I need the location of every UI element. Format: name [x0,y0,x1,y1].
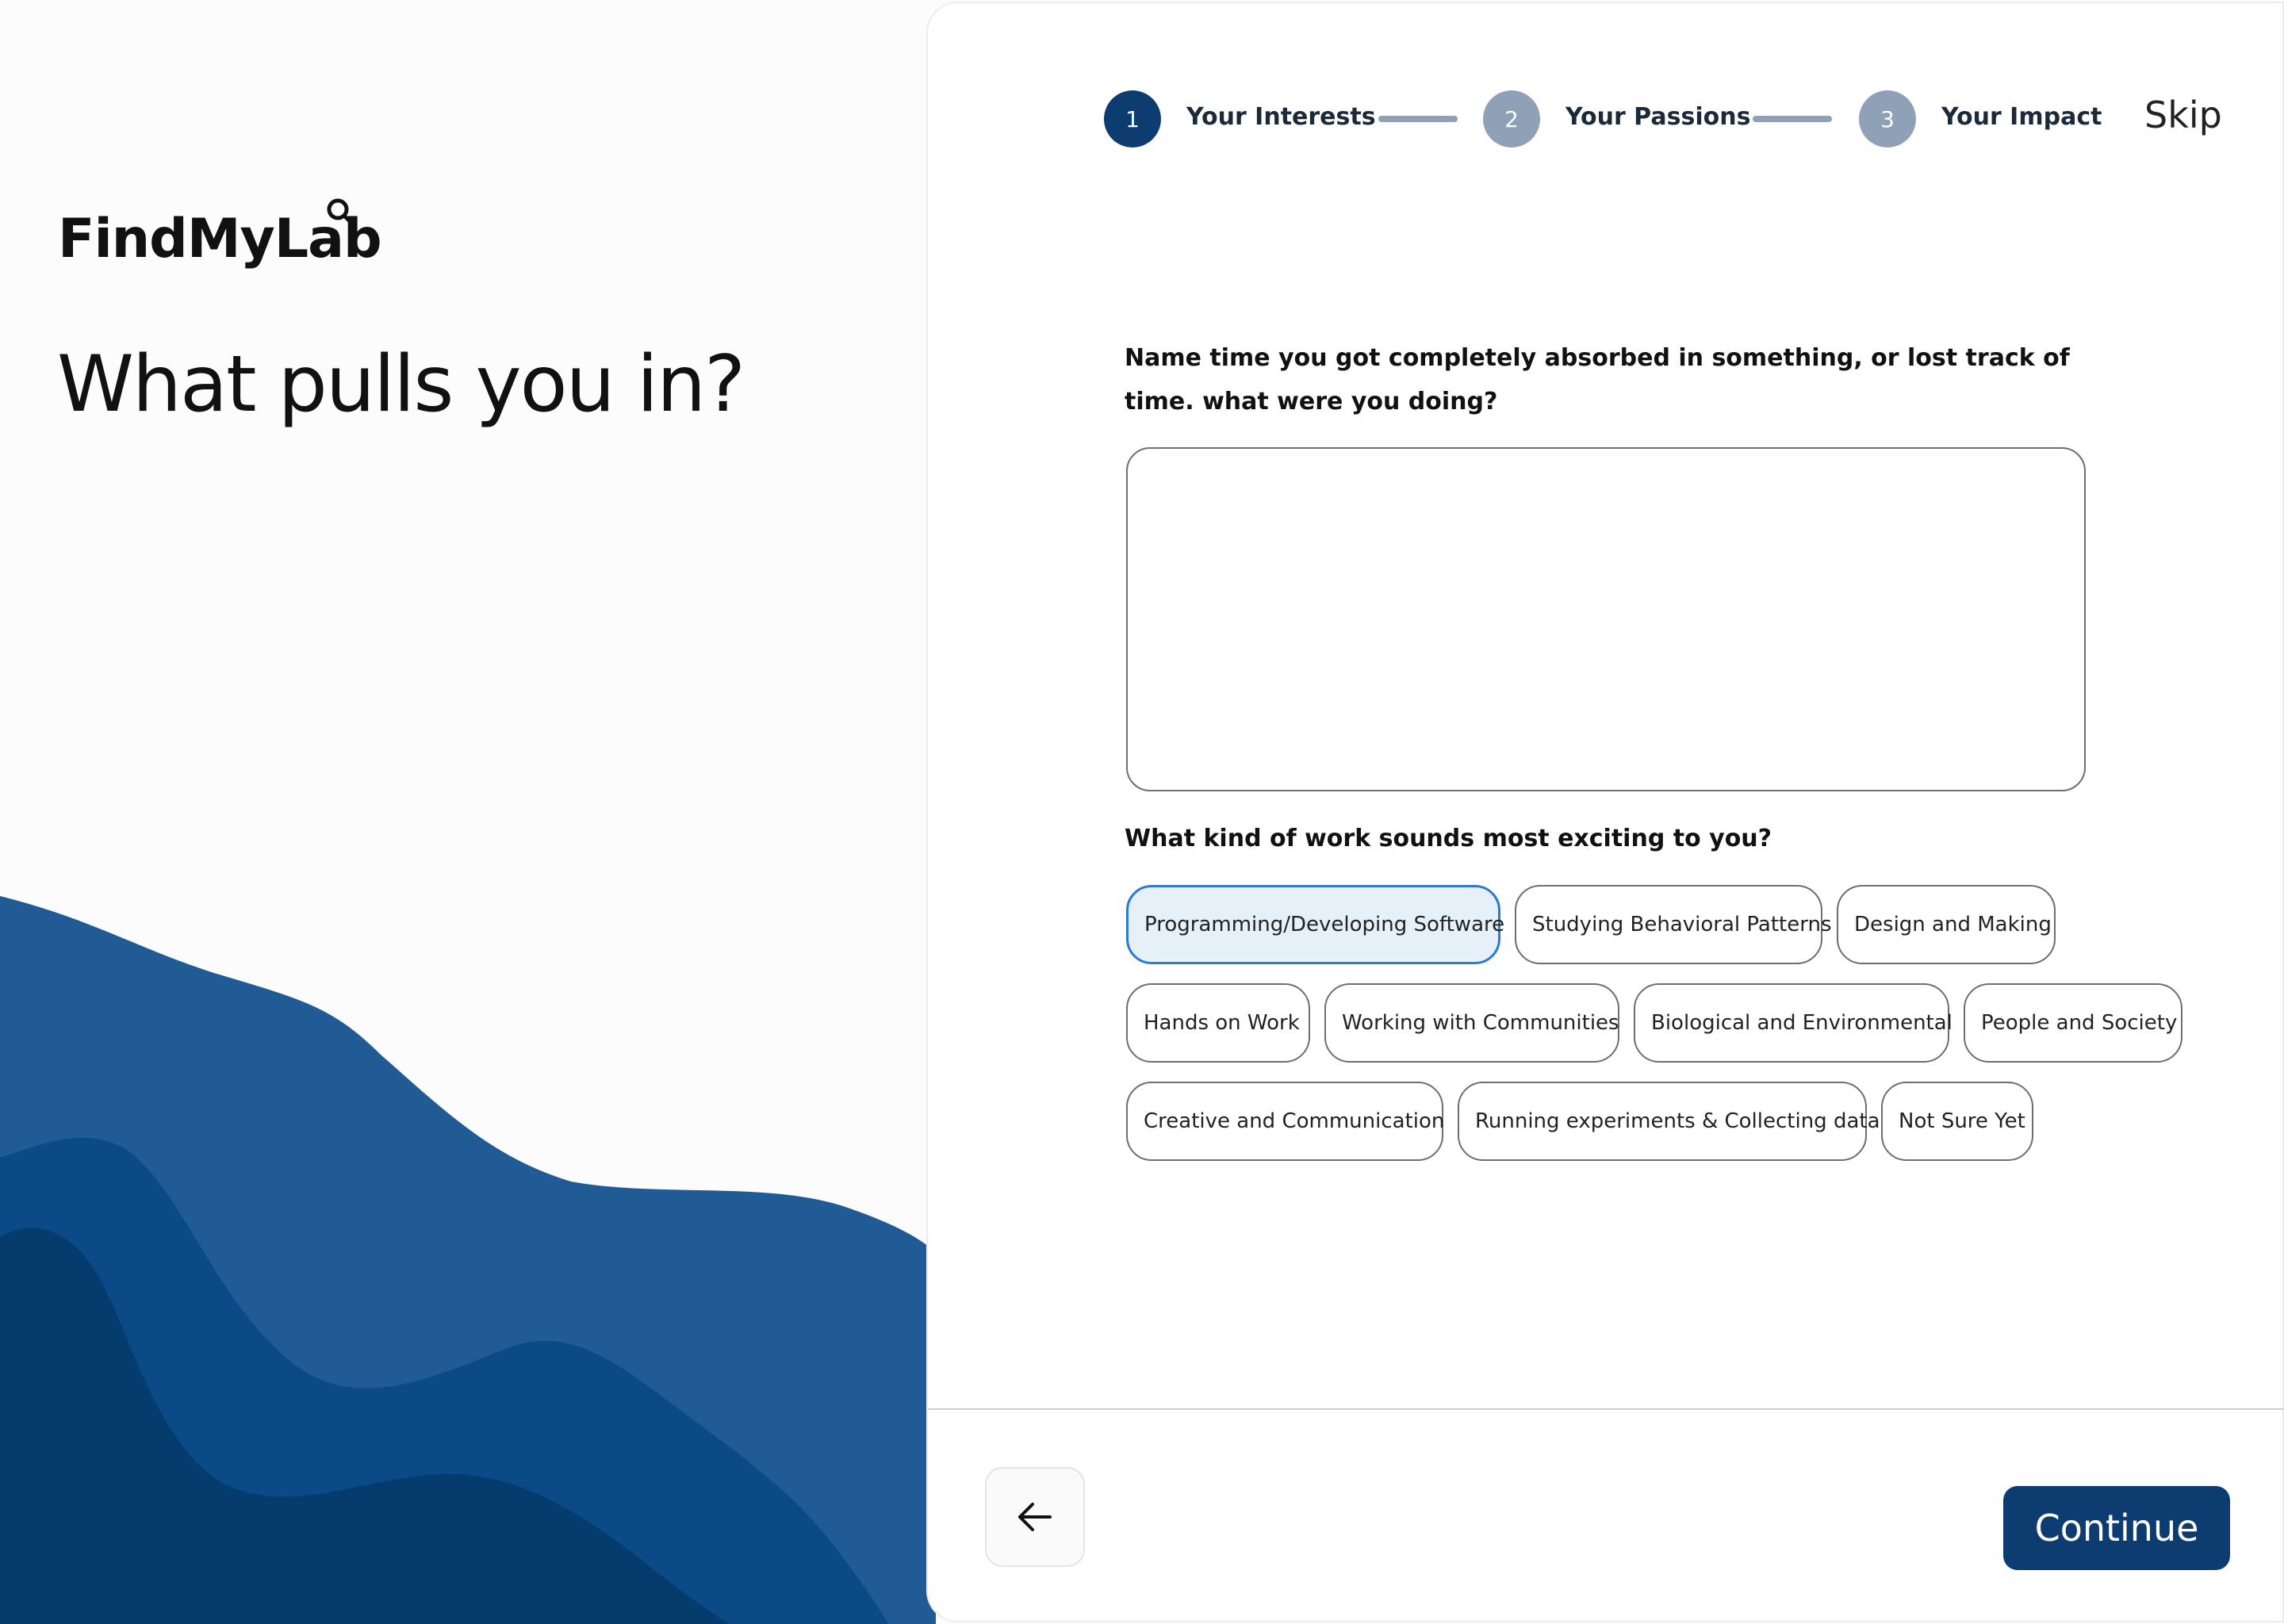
page-headline: What pulls you in? [57,339,745,430]
questionnaire-card: 1 Your Interests 2 Your Passions 3 Your … [926,2,2284,1622]
continue-button[interactable]: Continue [2003,1486,2230,1570]
option-programming[interactable]: Programming/Developing Software [1126,885,1504,964]
progress-stepper: 1 Your Interests 2 Your Passions 3 Your … [928,89,2284,149]
step-2-circle: 2 [1483,90,1540,147]
step-1-circle: 1 [1104,90,1161,147]
option-communities[interactable]: Working with Communities [1324,983,1619,1063]
option-row: Programming/Developing Software Studying… [1126,885,2260,964]
onboarding-screen: FindMyLab What pulls you in? 1 Your Inte… [0,0,2284,1624]
option-design-making[interactable]: Design and Making [1837,885,2056,964]
option-behavioral-patterns[interactable]: Studying Behavioral Patterns [1515,885,1832,964]
back-button[interactable] [985,1467,1085,1567]
step-connector-2 [1753,116,1832,122]
left-panel: FindMyLab What pulls you in? [0,0,936,1624]
option-people-society[interactable]: People and Society [1964,983,2182,1063]
option-creative-communication[interactable]: Creative and Communication [1126,1082,1444,1161]
footer-divider [928,1408,2284,1410]
option-biological-environmental[interactable]: Biological and Environmental [1634,983,1953,1063]
arrow-left-icon [1018,1503,1052,1531]
search-icon [327,198,356,228]
option-hands-on[interactable]: Hands on Work [1126,983,1310,1063]
step-2-label: Your Passions [1565,103,1751,131]
question-absorbed: Name time you got completely absorbed in… [1125,344,2070,416]
step-1-label: Your Interests [1186,103,1376,131]
option-experiments-data[interactable]: Running experiments & Collecting data [1458,1082,1880,1161]
absorbed-answer-input[interactable] [1126,447,2086,791]
step-3-label: Your Impact [1941,103,2102,131]
question-work-type: What kind of work sounds most exciting t… [1125,825,1772,852]
skip-link[interactable]: Skip [2144,94,2222,136]
option-row: Hands on Work Working with Communities B… [1126,983,2260,1063]
step-connector-1 [1378,116,1458,122]
step-3-circle: 3 [1859,90,1916,147]
option-not-sure[interactable]: Not Sure Yet [1881,1082,2033,1161]
work-type-options: Programming/Developing Software Studying… [1126,885,2260,1180]
option-row: Creative and Communication Running exper… [1126,1082,2260,1161]
